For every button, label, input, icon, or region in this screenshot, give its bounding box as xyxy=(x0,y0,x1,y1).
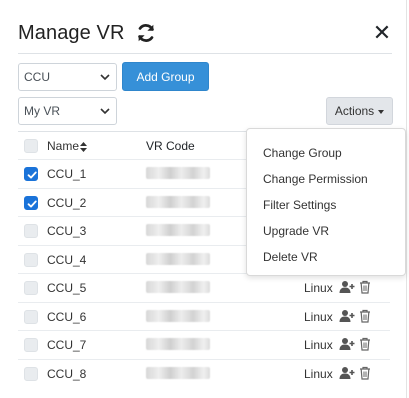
actions-button-label: Actions xyxy=(334,104,375,118)
table-row[interactable]: CCU_8 Linux xyxy=(18,358,390,388)
chevron-down-icon xyxy=(100,74,110,81)
row-vr-code-redacted xyxy=(146,167,210,182)
row-vr-code-redacted xyxy=(146,281,210,296)
add-user-icon[interactable] xyxy=(339,309,355,326)
row-checkbox[interactable] xyxy=(24,252,38,267)
menu-item-filter-settings[interactable]: Filter Settings xyxy=(247,192,405,218)
chevron-down-icon xyxy=(100,108,110,115)
column-header-name-label: Name xyxy=(47,139,80,153)
redacted-value xyxy=(146,366,210,379)
panel-header: Manage VR ✕ xyxy=(18,15,392,51)
row-name: CCU_5 xyxy=(47,281,87,295)
add-user-icon[interactable] xyxy=(339,337,355,354)
trash-icon[interactable] xyxy=(359,280,371,297)
add-user-icon[interactable] xyxy=(339,280,355,297)
add-group-button[interactable]: Add Group xyxy=(122,62,209,91)
row-os: Linux xyxy=(304,281,333,295)
row-name: CCU_2 xyxy=(47,195,87,210)
redacted-value xyxy=(146,338,210,350)
table-row[interactable]: CCU_7 Linux xyxy=(18,330,390,359)
row-os: Linux xyxy=(304,366,333,381)
row-checkbox[interactable] xyxy=(24,366,38,381)
group-select[interactable]: CCU xyxy=(18,63,117,91)
add-user-icon[interactable] xyxy=(339,366,355,383)
redacted-value xyxy=(146,309,210,322)
row-checkbox[interactable] xyxy=(24,309,38,324)
row-actions xyxy=(339,309,371,326)
trash-icon[interactable] xyxy=(359,366,371,383)
row-vr-code-redacted xyxy=(146,252,210,268)
menu-item-upgrade-vr[interactable]: Upgrade VR xyxy=(247,218,405,244)
select-all-checkbox[interactable] xyxy=(24,139,38,153)
actions-dropdown-menu: Change Group Change Permission Filter Se… xyxy=(246,128,406,276)
row-actions xyxy=(339,337,371,354)
row-vr-code-redacted xyxy=(146,309,210,325)
row-name: CCU_8 xyxy=(47,366,87,381)
row-name: CCU_3 xyxy=(47,224,87,238)
vr-filter-select[interactable]: My VR xyxy=(18,97,117,125)
redacted-value xyxy=(146,167,210,179)
trash-icon[interactable] xyxy=(359,309,371,326)
row-vr-code-redacted xyxy=(146,366,210,382)
table-row[interactable]: CCU_6 Linux xyxy=(18,301,390,331)
header-divider xyxy=(18,53,392,54)
row-checkbox[interactable] xyxy=(24,167,38,181)
row-name: CCU_7 xyxy=(47,338,87,352)
column-header-name[interactable]: Name xyxy=(47,139,88,153)
table-row[interactable]: CCU_5 Linux xyxy=(18,273,390,302)
caret-down-icon xyxy=(378,109,385,114)
close-icon[interactable]: ✕ xyxy=(372,20,392,46)
row-name: CCU_4 xyxy=(47,252,87,267)
row-os: Linux xyxy=(304,338,333,352)
row-vr-code-redacted xyxy=(146,224,210,239)
menu-item-delete-vr[interactable]: Delete VR xyxy=(247,244,405,270)
row-checkbox[interactable] xyxy=(24,224,38,238)
group-select-value: CCU xyxy=(24,70,50,84)
redacted-value xyxy=(146,252,210,265)
row-vr-code-redacted xyxy=(146,195,210,211)
vr-filter-select-value: My VR xyxy=(24,104,60,118)
row-name: CCU_6 xyxy=(47,309,87,324)
redacted-value xyxy=(146,281,210,293)
column-header-vr-code: VR Code xyxy=(146,139,195,153)
trash-icon[interactable] xyxy=(359,337,371,354)
menu-item-change-group[interactable]: Change Group xyxy=(247,140,405,166)
row-checkbox[interactable] xyxy=(24,281,38,295)
row-actions xyxy=(339,280,371,297)
redacted-value xyxy=(146,224,210,236)
redacted-value xyxy=(146,195,210,208)
row-vr-code-redacted xyxy=(146,338,210,353)
row-checkbox[interactable] xyxy=(24,338,38,352)
page-title: Manage VR xyxy=(18,21,125,44)
sort-icon xyxy=(80,141,88,152)
actions-button[interactable]: Actions xyxy=(326,97,393,125)
row-name: CCU_1 xyxy=(47,167,87,181)
menu-item-change-permission[interactable]: Change Permission xyxy=(247,166,405,192)
row-os: Linux xyxy=(304,309,333,324)
refresh-icon[interactable] xyxy=(135,22,157,44)
row-actions xyxy=(339,366,371,383)
row-checkbox[interactable] xyxy=(24,195,38,210)
manage-vr-panel: Manage VR ✕ CCU Add Group My VR Actions … xyxy=(0,0,407,398)
